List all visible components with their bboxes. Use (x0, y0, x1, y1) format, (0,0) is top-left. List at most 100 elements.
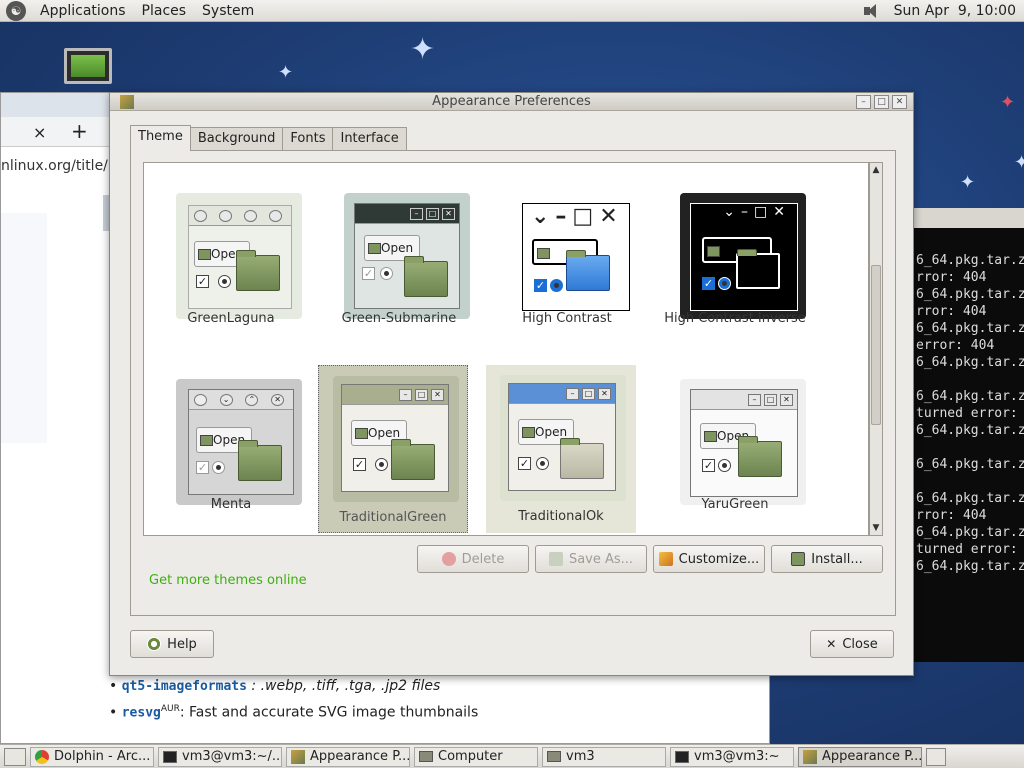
tab-fonts[interactable]: Fonts (282, 127, 334, 151)
package-link[interactable]: resvg (122, 706, 161, 721)
theme-tab-panel: Open ✓ GreenLaguna – □ ✕ Open ✓ Green-Su… (130, 150, 896, 616)
menu-system[interactable]: System (194, 3, 262, 19)
aur-badge: AUR (160, 704, 180, 714)
taskbar-item-label: vm3 (566, 749, 595, 764)
scroll-thumb[interactable] (871, 265, 881, 425)
close-label: Close (842, 636, 878, 652)
help-button[interactable]: Help (130, 630, 214, 658)
folder-icon (736, 249, 780, 289)
show-desktop-icon[interactable] (4, 747, 26, 766)
taskbar-item[interactable]: Appearance P... (286, 746, 410, 767)
taskbar-item-label: vm3@vm3:~/... (182, 749, 282, 764)
package-link[interactable]: qt5-imageformats (122, 679, 247, 694)
theme-yarugreen[interactable]: – □ ✕ Open ✓ YaruGreen (660, 365, 810, 525)
scroll-down-icon[interactable]: ▼ (870, 521, 882, 535)
taskbar-item[interactable]: Dolphin - Arc... (30, 746, 154, 767)
menu-places[interactable]: Places (134, 3, 195, 19)
tab-background[interactable]: Background (189, 127, 284, 151)
close-button[interactable]: ✕ Close (810, 630, 894, 658)
theme-name: Menta (210, 497, 252, 512)
package-description: : .webp, .tiff, .tga, .jp2 files (246, 678, 441, 694)
save-icon (548, 552, 563, 566)
chrome-icon (35, 749, 49, 764)
theme-preview: ⌄ ⌃ ✕ Open ✓ (176, 379, 302, 505)
taskbar-item[interactable]: vm3@vm3:~ (670, 746, 794, 767)
get-more-themes-link[interactable]: Get more themes online (149, 573, 307, 588)
theme-preview: ⌄–□✕ ✓ (512, 193, 638, 319)
preview-radio (212, 461, 225, 474)
list-item: • qt5-imageformats : .webp, .tiff, .tga,… (109, 678, 441, 694)
delete-label: Delete (461, 551, 505, 567)
save-as-button[interactable]: Save As... (535, 545, 647, 573)
delete-button[interactable]: Delete (417, 545, 529, 573)
package-list: • qt5-imageformats : .webp, .tiff, .tga,… (109, 678, 478, 731)
taskbar-item[interactable]: vm3@vm3:~/... (158, 746, 282, 767)
workspace-switcher[interactable] (926, 747, 946, 766)
volume-icon[interactable] (862, 3, 884, 19)
close-tab-icon[interactable]: × (33, 123, 46, 142)
terminal-output: 6_64.pkg.tar.z rror: 404 6_64.pkg.tar.z … (916, 253, 1024, 574)
scroll-up-icon[interactable]: ▲ (870, 163, 882, 177)
terminal-icon (163, 750, 177, 763)
theme-list[interactable]: Open ✓ GreenLaguna – □ ✕ Open ✓ Green-Su… (143, 162, 869, 536)
appearance-icon (803, 749, 817, 764)
folder-icon (547, 751, 561, 762)
preview-checkbox: ✓ (362, 267, 375, 280)
appearance-icon (291, 749, 305, 764)
folder-icon (560, 438, 604, 479)
help-label: Help (167, 636, 197, 652)
theme-name: TraditionalOk (518, 509, 604, 524)
theme-list-scrollbar[interactable]: ▲ ▼ (869, 162, 883, 536)
computer-desktop-icon[interactable] (64, 48, 112, 84)
preview-radio (380, 267, 393, 280)
theme-preview: – □ ✕ Open ✓ (500, 375, 626, 501)
preview-radio (718, 277, 731, 290)
maximize-button[interactable]: □ (874, 95, 889, 109)
package-description: : Fast and accurate SVG image thumbnails (179, 704, 479, 721)
install-button[interactable]: Install... (771, 545, 883, 573)
star-decoration: ✦ (960, 172, 976, 193)
theme-menta[interactable]: ⌄ ⌃ ✕ Open ✓ Menta (156, 365, 306, 525)
folder-icon (238, 440, 282, 481)
preview-radio (375, 458, 388, 471)
star-decoration: ✦ (1014, 152, 1024, 173)
folder-icon (419, 751, 433, 762)
theme-name: High Contrast (522, 311, 612, 326)
minimize-button[interactable]: – (856, 95, 871, 109)
folder-icon (404, 256, 448, 297)
gnome-foot-icon[interactable]: ☯ (6, 0, 26, 21)
terminal-icon (675, 750, 689, 763)
preview-checkbox: ✓ (518, 457, 531, 470)
new-tab-icon[interactable]: + (71, 119, 88, 143)
tab-interface[interactable]: Interface (332, 127, 407, 151)
theme-preview: – □ ✕ Open ✓ (680, 379, 806, 505)
theme-traditionalok[interactable]: – □ ✕ Open ✓ TraditionalOk (486, 365, 636, 533)
taskbar-item[interactable]: Appearance P... (798, 746, 922, 767)
taskbar-item-label: Appearance P... (310, 749, 410, 764)
customize-icon (658, 552, 673, 566)
clock[interactable]: Sun Apr 9, 10:00 (894, 3, 1016, 19)
theme-high-contrast-inverse[interactable]: ⌄–□✕ ✓ High Contrast Inverse (660, 179, 810, 339)
dialog-title: Appearance Preferences (432, 94, 591, 109)
top-panel: ☯ Applications Places System Sun Apr 9, … (0, 0, 1024, 22)
tab-theme[interactable]: Theme (130, 125, 191, 151)
customize-button[interactable]: Customize... (653, 545, 765, 573)
taskbar-item[interactable]: vm3 (542, 746, 666, 767)
theme-greenlaguna[interactable]: Open ✓ GreenLaguna (156, 179, 306, 339)
taskbar-item[interactable]: Computer (414, 746, 538, 767)
theme-high-contrast[interactable]: ⌄–□✕ ✓ High Contrast (492, 179, 642, 339)
theme-green-submarine[interactable]: – □ ✕ Open ✓ Green-Submarine (324, 179, 474, 339)
taskbar-item-label: Dolphin - Arc... (54, 749, 151, 764)
folder-icon (566, 250, 610, 291)
preview-radio (536, 457, 549, 470)
theme-preview: ⌄–□✕ ✓ (680, 193, 806, 319)
folder-icon (738, 436, 782, 477)
theme-name: TraditionalGreen (339, 510, 447, 525)
taskbar-item-label: vm3@vm3:~ (694, 749, 780, 764)
menu-applications[interactable]: Applications (32, 3, 134, 19)
taskbar-item-label: Computer (438, 749, 503, 764)
close-window-button[interactable]: ✕ (892, 95, 907, 109)
dialog-titlebar[interactable]: Appearance Preferences – □ ✕ (110, 93, 913, 111)
page-sidebar (1, 213, 47, 443)
theme-traditionalgreen[interactable]: – □ ✕ Open ✓ TraditionalGreen (318, 365, 468, 533)
